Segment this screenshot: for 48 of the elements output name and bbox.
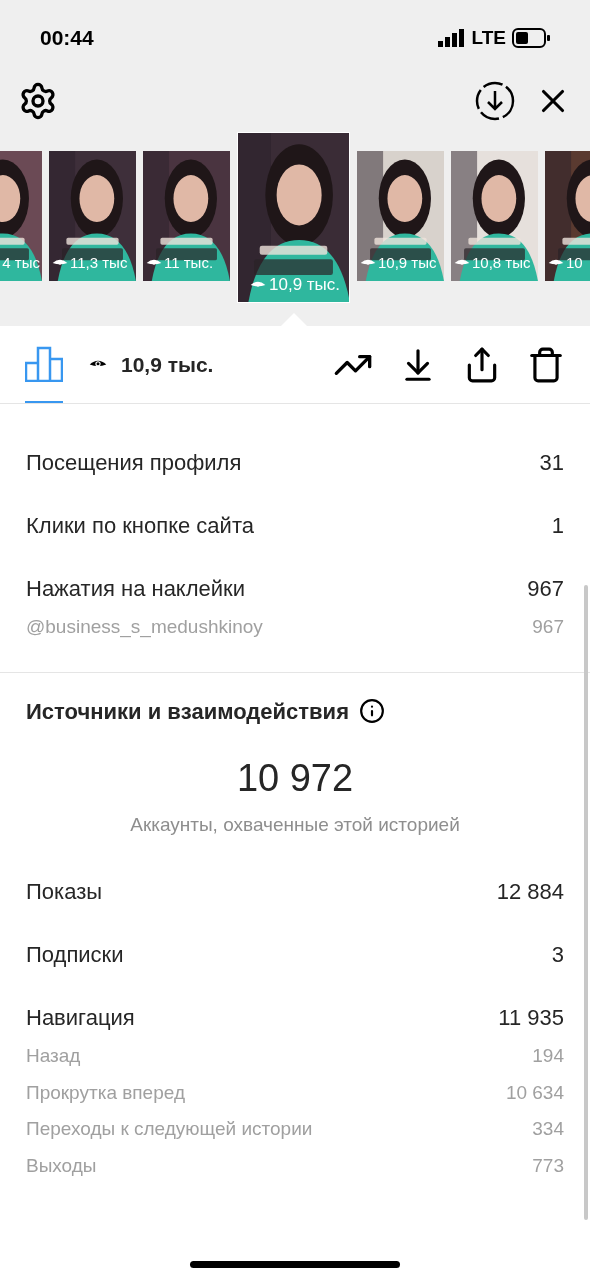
story-thumbnail[interactable]: 10,9 тыс. [237,131,350,303]
views-count: 10,9 тыс. [121,351,214,378]
signal-icon [437,28,466,47]
metric-label: Выходы [26,1153,97,1178]
story-thumbnail[interactable]: 11 тыс. [143,150,230,281]
settings-button[interactable] [18,80,58,121]
story-views: 10,9 тыс [378,253,437,273]
metric-label: Навигация [26,1004,135,1032]
metric-value: 334 [532,1117,564,1141]
status-time: 00:44 [40,25,94,51]
metric-value: 11 935 [498,1004,564,1032]
metric-value: 967 [527,575,564,603]
reach-count: 10 972 [236,755,354,801]
metric-value: 967 [532,615,564,639]
network-label: LTE [471,25,506,50]
metric-label: @business_s_medushkinoy [26,615,263,640]
story-thumbnail[interactable]: 4 тыс [0,150,42,281]
metric-value: 773 [532,1153,564,1178]
delete-button[interactable] [527,345,565,384]
story-views: 11 тыс. [164,253,214,273]
metric-label: Прокрутка вперед [26,1080,185,1105]
metric-label: Клики по кнопке сайта [26,512,254,540]
metric-value: 3 [551,941,564,969]
story-views: 4 тыс [2,253,40,273]
story-views: 11,3 тыс [70,253,128,273]
save-button[interactable] [474,79,516,122]
metric-value: 194 [532,1044,564,1068]
metric-value: 31 [539,449,564,477]
metric-label: Подписки [26,941,124,969]
reach-caption: Аккаунты, охваченные этой историей [130,812,460,837]
story-thumbnail[interactable]: 10,8 тыс [451,150,538,281]
metric-label: Показы [26,878,103,906]
story-thumbnail[interactable]: 11,3 тыс [49,150,136,281]
story-views: 10,9 тыс. [269,274,341,296]
metric-value: 10 634 [505,1080,564,1105]
section-title: Источники и взаимодействия [26,697,349,726]
story-views: 10 [566,253,583,273]
metric-label: Переходы к следующей истории [26,1117,313,1141]
story-thumbnail[interactable]: 10 [545,150,590,281]
metric-label: Нажатия на наклейки [26,575,245,603]
battery-icon [512,27,550,48]
metric-label: Назад [26,1044,81,1068]
metric-label: Посещения профиля [26,449,242,477]
metric-value: 1 [551,512,564,540]
metric-value: 12 884 [496,878,564,906]
story-views: 10,8 тыс [472,253,531,273]
info-icon [359,698,385,724]
story-thumbnail[interactable]: 10,9 тыс [357,150,444,281]
